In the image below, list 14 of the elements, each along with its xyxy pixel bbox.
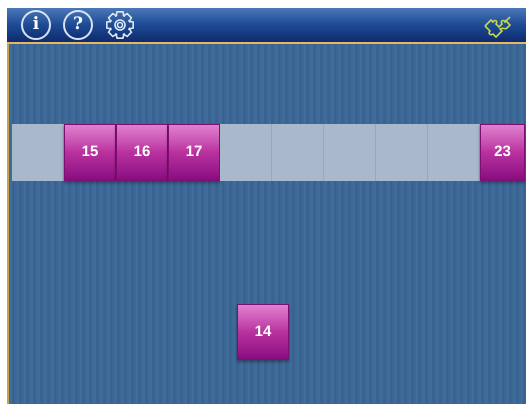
number-tile[interactable]: 23 bbox=[480, 124, 525, 181]
empty-slot bbox=[324, 124, 376, 181]
help-button[interactable]: ? bbox=[63, 10, 93, 40]
number-tile[interactable]: 15 bbox=[64, 124, 116, 181]
empty-slot bbox=[220, 124, 272, 181]
empty-slot bbox=[12, 124, 64, 181]
number-tile[interactable]: 17 bbox=[168, 124, 220, 181]
empty-slot bbox=[376, 124, 428, 181]
info-button[interactable]: i bbox=[21, 10, 51, 40]
empty-slot bbox=[272, 124, 324, 181]
number-tile[interactable]: 14 bbox=[237, 304, 289, 360]
empty-slot bbox=[428, 124, 480, 181]
settings-icon[interactable] bbox=[105, 10, 135, 40]
number-tile[interactable]: 16 bbox=[116, 124, 168, 181]
